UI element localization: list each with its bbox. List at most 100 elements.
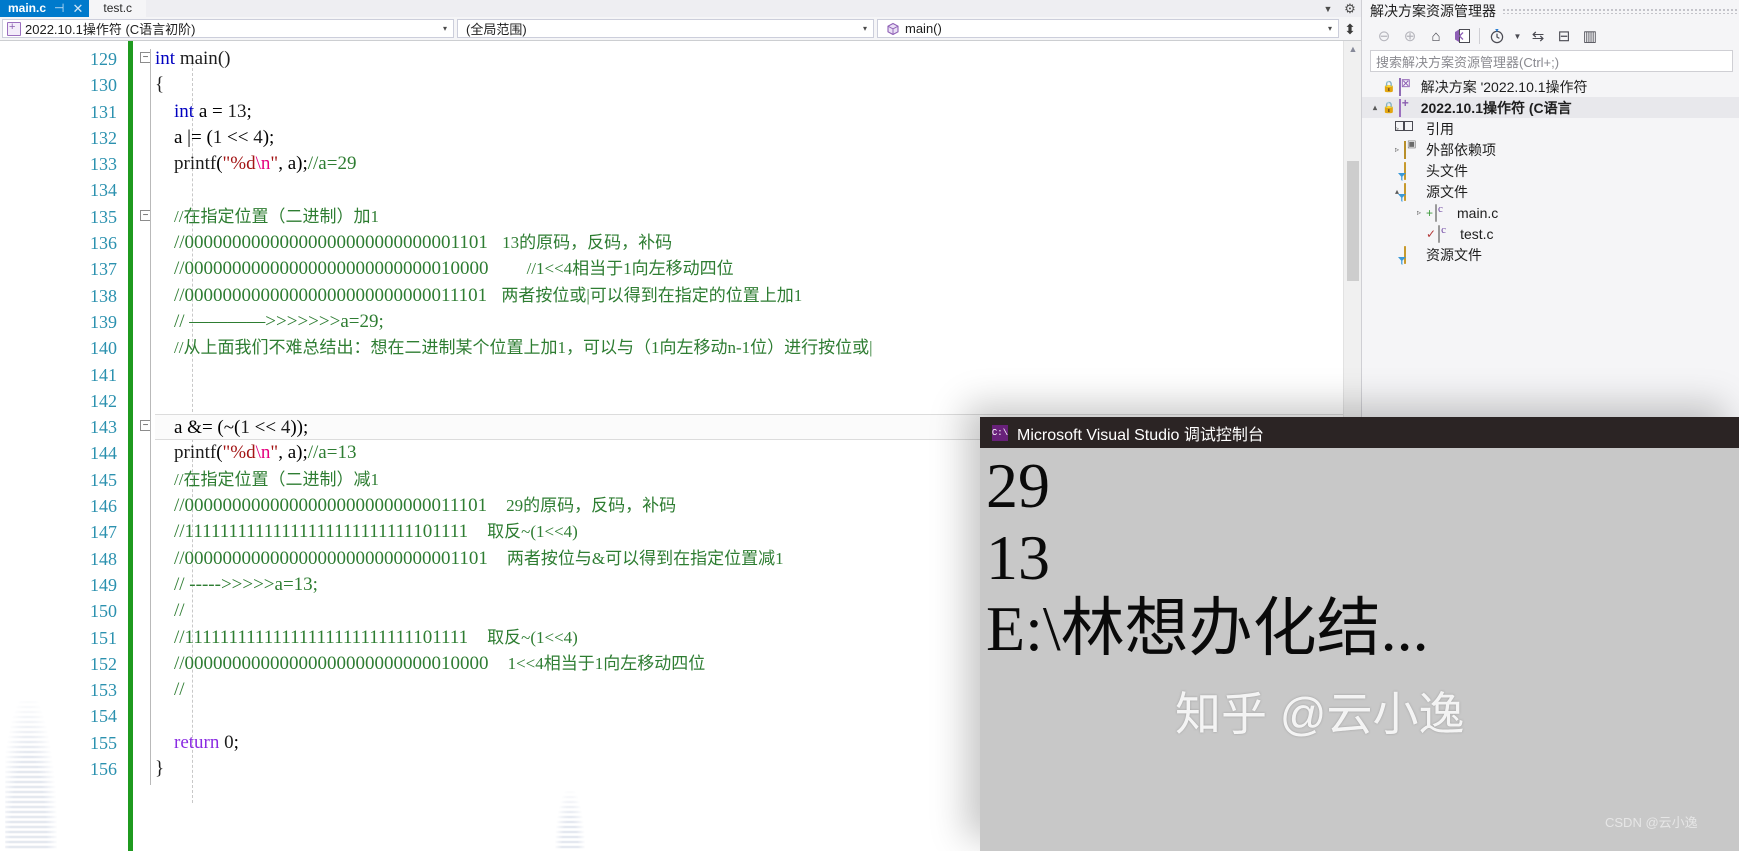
outlining-column: − − − <box>140 41 154 851</box>
tree-item-label: 解决方案 '2022.10.1操作符 <box>1420 78 1588 95</box>
properties-icon[interactable]: ▥ <box>1578 25 1602 47</box>
navigation-bar: 2022.10.1操作符 (C语言初阶) ▾ (全局范围) ▾ main() ▾ <box>0 17 1361 41</box>
line-number: 141 <box>90 364 117 385</box>
chevron-down-icon[interactable]: ▾ <box>1322 24 1338 33</box>
sync-with-active-document-icon[interactable] <box>1450 25 1474 47</box>
code-line[interactable] <box>155 362 1361 388</box>
code-line[interactable]: //00000000000000000000000000001101 13的原码… <box>155 230 1361 256</box>
line-number: 144 <box>90 443 117 464</box>
debug-console-window[interactable]: C:\ Microsoft Visual Studio 调试控制台 29 13 … <box>980 417 1739 851</box>
code-line[interactable]: int main() <box>155 46 1361 72</box>
code-line[interactable]: int a = 13; <box>155 99 1361 125</box>
line-number: 132 <box>90 127 117 148</box>
c-file-icon <box>1438 225 1455 243</box>
tree-item-solution[interactable]: 🔒 解决方案 '2022.10.1操作符 <box>1362 76 1739 97</box>
code-line[interactable]: printf("%d\n", a);//a=29 <box>155 151 1361 177</box>
filter-folder-icon <box>1404 246 1421 264</box>
home-icon[interactable]: ⌂ <box>1424 25 1448 47</box>
line-number: 137 <box>90 259 117 280</box>
editor-tab-strip: main.c ⊣ ✕ test.c ▼ ⚙ <box>0 0 1361 17</box>
tree-item-label: 2022.10.1操作符 (C语言 <box>1420 99 1572 116</box>
chevron-down-icon[interactable]: ▾ <box>437 24 453 33</box>
lock-icon: 🔒 <box>1382 102 1396 114</box>
tree-item-external-dependencies[interactable]: ▹ 外部依赖项 <box>1362 139 1739 160</box>
collapse-all-icon[interactable]: ⊟ <box>1552 25 1576 47</box>
console-app-icon: C:\ <box>992 424 1008 441</box>
chevron-down-icon[interactable]: ▼ <box>1511 25 1524 47</box>
code-line[interactable]: a |= (1 << 4); <box>155 125 1361 151</box>
line-number: 152 <box>90 653 117 674</box>
filter-folder-icon <box>1404 183 1421 201</box>
tree-item-label: 引用 <box>1426 120 1454 137</box>
member-selector-label: main() <box>905 21 942 36</box>
tree-item-source-files[interactable]: ▴ 源文件 <box>1362 181 1739 202</box>
project-icon <box>1398 99 1416 117</box>
tree-item-resource-files[interactable]: 资源文件 <box>1362 244 1739 265</box>
line-number: 136 <box>90 233 117 254</box>
solution-icon <box>1398 78 1416 96</box>
tab-main-c[interactable]: main.c ⊣ ✕ <box>0 0 90 17</box>
refresh-icon[interactable]: ⇆ <box>1526 25 1550 47</box>
line-number: 153 <box>90 680 117 701</box>
method-icon <box>886 22 900 36</box>
line-number: 147 <box>90 522 117 543</box>
change-tracking-bar <box>128 41 133 851</box>
line-number: 146 <box>90 496 117 517</box>
code-line[interactable] <box>155 177 1361 203</box>
member-selector-dropdown[interactable]: main() ▾ <box>877 19 1339 38</box>
code-line[interactable]: //00000000000000000000000000011101 两者按位或… <box>155 283 1361 309</box>
tree-item-main-c[interactable]: ▹ + main.c <box>1362 202 1739 223</box>
pending-changes-icon[interactable] <box>1485 25 1509 47</box>
line-number: 148 <box>90 548 117 569</box>
panel-title: 解决方案资源管理器 <box>1370 3 1496 19</box>
console-output-line: 29 <box>986 450 1050 521</box>
tree-item-label: 外部依赖项 <box>1426 141 1496 158</box>
code-line[interactable] <box>155 388 1361 414</box>
project-selector-label: 2022.10.1操作符 (C语言初阶) <box>25 22 196 37</box>
forward-arrow-icon[interactable]: ⊕ <box>1398 25 1422 47</box>
console-output-area[interactable]: 29 13 E:\林想办化结... <box>980 448 1739 851</box>
console-output-line: E:\林想办化结... <box>986 593 1429 665</box>
pin-icon[interactable]: ⊣ <box>54 0 64 17</box>
scrollbar-thumb[interactable] <box>1347 161 1359 281</box>
code-line[interactable]: // ————>>>>>>>a=29; <box>155 309 1361 335</box>
tree-item-header-files[interactable]: 头文件 <box>1362 160 1739 181</box>
line-number: 143 <box>90 417 117 438</box>
close-icon[interactable]: ✕ <box>72 0 83 17</box>
tab-gear-icon[interactable]: ⚙ <box>1339 0 1361 17</box>
code-line[interactable]: //00000000000000000000000000010000 //1<<… <box>155 256 1361 282</box>
expander-icon[interactable]: ▴ <box>1368 103 1382 112</box>
scope-selector-dropdown[interactable]: (全局范围) ▾ <box>457 19 874 38</box>
toolbar-separator <box>1479 28 1480 44</box>
console-title-label: Microsoft Visual Studio 调试控制台 <box>1017 426 1264 444</box>
project-selector-dropdown[interactable]: 2022.10.1操作符 (C语言初阶) ▾ <box>2 19 454 38</box>
code-line[interactable]: //从上面我们不难总结出：想在二进制某个位置上加1，可以与（1向左移动n-1位）… <box>155 335 1361 361</box>
expander-icon[interactable]: ▹ <box>1390 145 1404 154</box>
line-number: 140 <box>90 338 117 359</box>
tree-item-test-c[interactable]: ✓ test.c <box>1362 223 1739 244</box>
tab-overflow-chevron-down-icon[interactable]: ▼ <box>1317 0 1339 17</box>
chevron-down-icon[interactable]: ▾ <box>857 24 873 33</box>
tree-item-references[interactable]: ▹ 引用 <box>1362 118 1739 139</box>
code-line[interactable]: //在指定位置（二进制）加1 <box>155 204 1361 230</box>
expander-icon[interactable]: ▹ <box>1412 208 1426 217</box>
structure-guide-line <box>150 49 151 785</box>
back-arrow-icon[interactable]: ⊖ <box>1372 25 1396 47</box>
line-number: 129 <box>90 49 117 69</box>
solution-explorer-search-input[interactable]: 搜索解决方案资源管理器(Ctrl+;) <box>1370 50 1733 72</box>
tree-item-project[interactable]: ▴ 🔒 2022.10.1操作符 (C语言 <box>1362 97 1739 118</box>
split-editor-icon[interactable]: ⬍ <box>1339 17 1361 41</box>
drag-handle-dots[interactable] <box>1502 8 1739 14</box>
line-number: 154 <box>90 706 117 727</box>
checked-in-marker-icon: ✓ <box>1426 226 1437 241</box>
code-line[interactable]: { <box>155 72 1361 98</box>
scroll-up-arrow-icon[interactable]: ▲ <box>1344 41 1362 57</box>
tab-test-c[interactable]: test.c <box>89 0 147 17</box>
console-output-line: 13 <box>986 521 1050 593</box>
line-number: 135 <box>90 206 117 227</box>
line-number: 134 <box>90 180 117 201</box>
pending-add-marker-icon: + <box>1426 205 1434 220</box>
console-title-bar[interactable]: C:\ Microsoft Visual Studio 调试控制台 <box>980 417 1739 448</box>
line-number: 131 <box>90 101 117 122</box>
scope-selector-label: (全局范围) <box>466 22 527 37</box>
